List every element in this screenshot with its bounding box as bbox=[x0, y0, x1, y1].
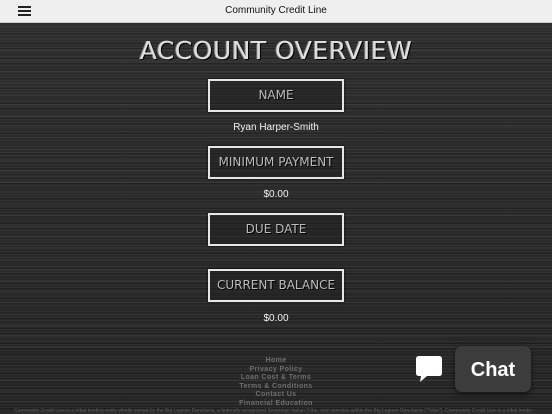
footer-link-contact-us[interactable]: Contact Us bbox=[0, 391, 552, 400]
minimum-payment-value: $0.00 bbox=[263, 189, 289, 200]
app-title: Community Credit Line bbox=[225, 5, 327, 16]
name-label-box: NAME bbox=[208, 79, 344, 112]
chat-bubble-icon[interactable] bbox=[410, 349, 448, 387]
chat-button[interactable]: Chat bbox=[455, 346, 531, 392]
chat-bubble-graphic bbox=[416, 356, 442, 382]
minimum-payment-label-box: MINIMUM PAYMENT bbox=[208, 146, 344, 179]
current-balance-value: $0.00 bbox=[263, 313, 289, 324]
due-date-label-box: DUE DATE bbox=[208, 213, 344, 246]
current-balance-label-box: CURRENT BALANCE bbox=[208, 269, 344, 302]
name-value: Ryan Harper-Smith bbox=[233, 122, 319, 133]
page-title: ACCOUNT OVERVIEW bbox=[139, 36, 413, 65]
footer-disclaimer: Community Credit Line is a tribal lendin… bbox=[14, 408, 532, 414]
chat-button-label: Chat bbox=[470, 359, 516, 381]
top-bar: Community Credit Line bbox=[0, 0, 552, 23]
